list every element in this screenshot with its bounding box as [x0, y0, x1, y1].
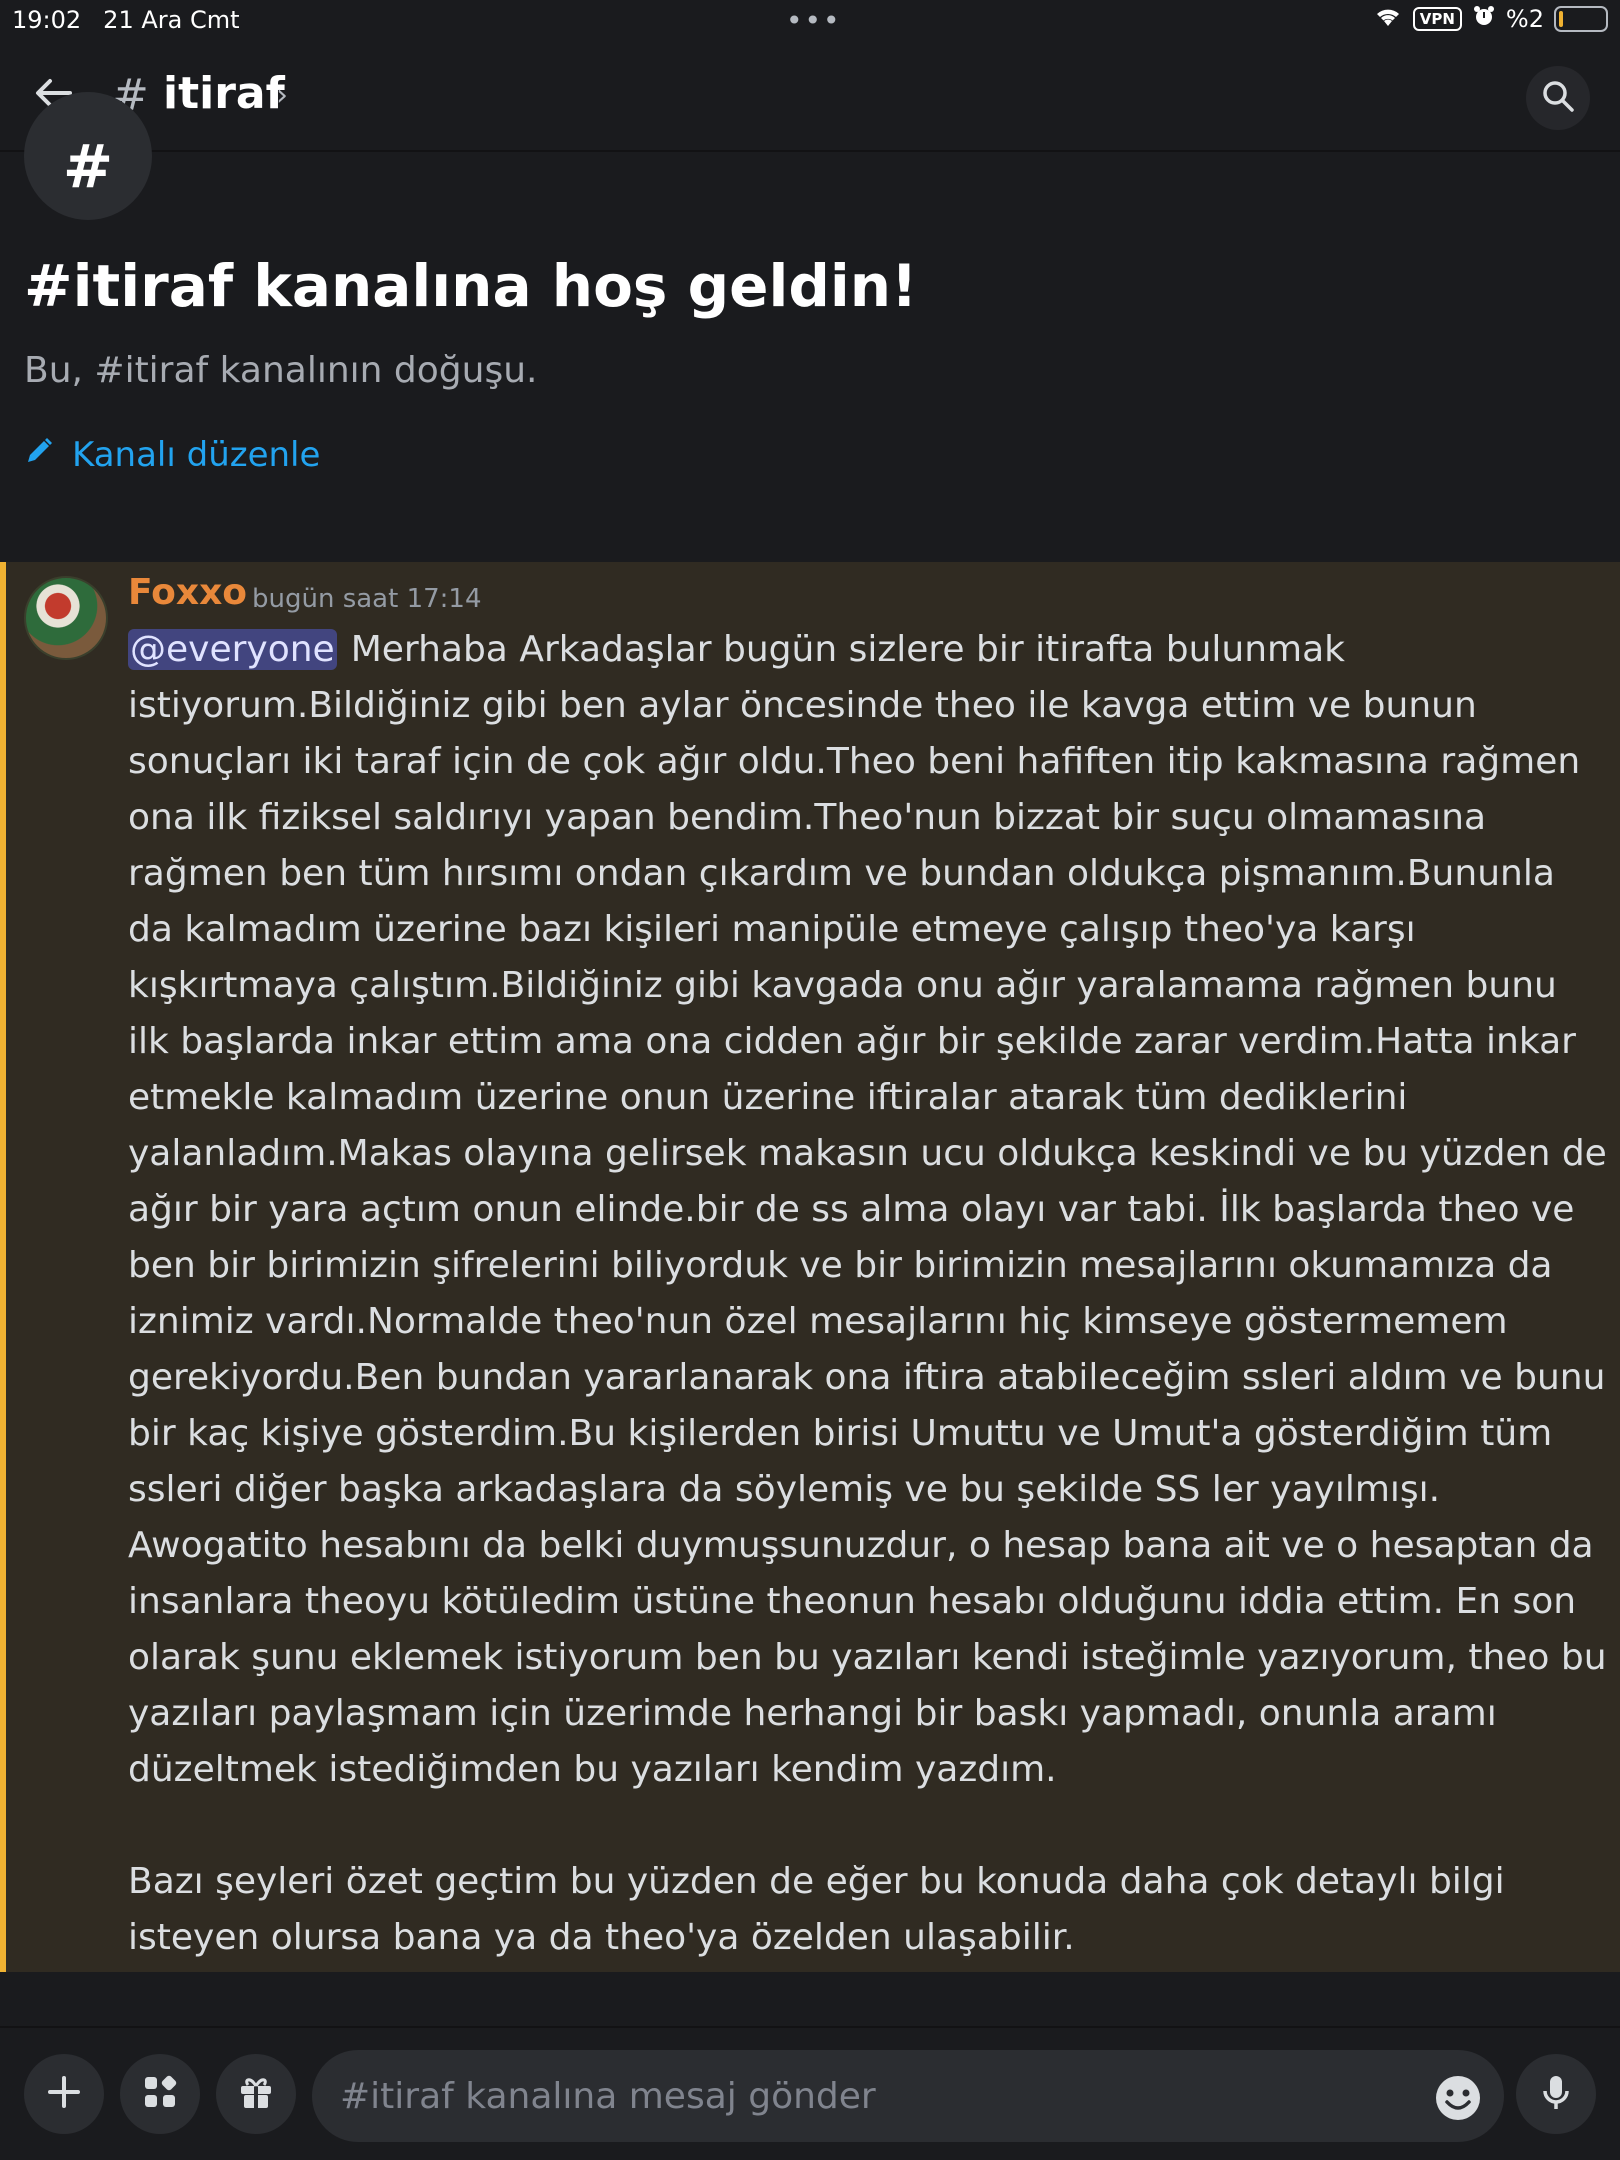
- message-content: @everyone Merhaba Arkadaşlar bugün sizler…: [128, 622, 1608, 1966]
- search-button[interactable]: [1526, 66, 1590, 130]
- welcome-title: #itiraf kanalına hoş geldin!: [24, 252, 918, 320]
- channel-header: 8 # itiraf ›: [0, 40, 1620, 152]
- plus-icon: [44, 2072, 84, 2116]
- add-attachment-button[interactable]: [24, 2054, 104, 2134]
- message-input[interactable]: [312, 2050, 1504, 2142]
- wifi-icon: [1373, 4, 1403, 34]
- search-icon: [1541, 79, 1575, 117]
- gift-button[interactable]: [216, 2054, 296, 2134]
- apps-button[interactable]: [120, 2054, 200, 2134]
- message-author[interactable]: Foxxo: [128, 572, 247, 613]
- emoji-icon[interactable]: [1434, 2074, 1482, 2122]
- status-date: 21 Ara Cmt: [103, 6, 240, 34]
- edit-channel-label: Kanalı düzenle: [72, 435, 321, 475]
- welcome-subtitle: Bu, #itiraf kanalının doğuşu.: [24, 350, 538, 391]
- message-paragraph-2: Bazı şeyleri özet geçtim bu yüzden de eğ…: [128, 1861, 1505, 1958]
- mic-icon: [1536, 2072, 1576, 2116]
- alarm-icon: [1472, 4, 1496, 34]
- avatar[interactable]: [24, 576, 108, 660]
- status-bar: 19:02 21 Ara Cmt ••• VPN %2: [0, 0, 1620, 40]
- channel-title[interactable]: itiraf: [163, 68, 285, 119]
- channel-hash-icon: #: [24, 92, 152, 220]
- pencil-icon: [24, 435, 54, 475]
- gift-icon: [236, 2072, 276, 2116]
- message-paragraph: @everyone Merhaba Arkadaşlar bugün sizler…: [128, 622, 1608, 1798]
- message-paragraph-text: Merhaba Arkadaşlar bugün sizlere bir iti…: [128, 629, 1607, 1790]
- battery-percent: %2: [1505, 5, 1544, 33]
- status-right: VPN %2: [1373, 4, 1608, 34]
- message-item[interactable]: Foxxo bugün saat 17:14 @everyone Merhaba …: [0, 562, 1620, 1972]
- status-time: 19:02: [12, 6, 82, 34]
- apps-icon: [139, 2071, 181, 2117]
- message-timestamp: bugün saat 17:14: [252, 584, 482, 614]
- vpn-indicator: VPN: [1412, 7, 1462, 31]
- edit-channel-link[interactable]: Kanalı düzenle: [24, 435, 320, 475]
- multitask-dots-icon[interactable]: •••: [786, 4, 842, 37]
- voice-message-button[interactable]: [1516, 2054, 1596, 2134]
- chevron-right-icon[interactable]: ›: [276, 78, 288, 113]
- mention-everyone[interactable]: @everyone: [128, 629, 337, 670]
- message-composer: [0, 2026, 1620, 2160]
- channel-welcome: # #itiraf kanalına hoş geldin! Bu, #itir…: [0, 92, 1620, 562]
- battery-icon: [1554, 6, 1608, 32]
